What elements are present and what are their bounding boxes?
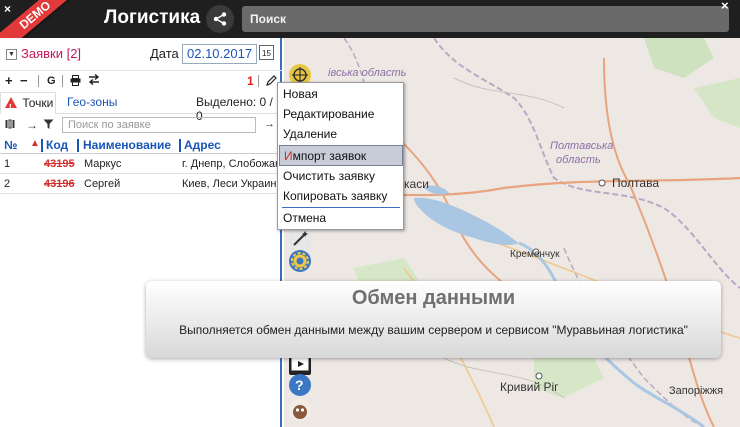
map-label-poltava-region: Полтавська (550, 140, 613, 152)
demo-ribbon: DEMO (0, 0, 92, 38)
settings-tool-button[interactable] (289, 250, 311, 272)
add-button[interactable]: + (5, 73, 13, 88)
filter-icon[interactable] (43, 119, 54, 133)
orders-panel: ▼ Заявки [2] Дата 02.10.2017 15 + − G 1 … (0, 38, 282, 427)
dialog-message: Выполняется обмен данными между вашим се… (179, 323, 688, 337)
orders-table: № ▲ Код Наименование Адрес 1 43195 Марку… (0, 138, 282, 194)
tab-points-label: Точки (22, 96, 54, 110)
close-icon[interactable]: × (721, 0, 729, 13)
remove-button[interactable]: − (20, 73, 28, 88)
map-label-region: івська область (328, 67, 407, 79)
warning-icon (5, 97, 17, 118)
print-button[interactable] (70, 74, 81, 89)
top-bar: DEMO × Логистика Поиск × (0, 0, 740, 38)
row-number: 1 (4, 158, 11, 170)
toolbar-divider (62, 75, 63, 87)
menu-item-edit[interactable]: Редактирование (279, 104, 403, 125)
column-header-name[interactable]: Наименование (83, 138, 171, 152)
order-name: Маркус (84, 158, 122, 170)
swap-arrows-icon (88, 73, 100, 86)
menu-item-delete[interactable]: Удаление (279, 124, 403, 145)
collapse-chevron-icon[interactable]: ▼ (6, 49, 17, 60)
menu-item-copy[interactable]: Копировать заявку (279, 186, 403, 207)
dialog-title: Обмен данными (351, 287, 516, 309)
sort-icon[interactable]: ▲ (30, 138, 40, 149)
row-number: 2 (4, 178, 11, 190)
order-search-input[interactable]: Поиск по заявке (62, 117, 256, 133)
column-divider (77, 139, 79, 152)
table-row[interactable]: 1 43195 Маркус г. Днепр, Слобожанский (0, 154, 282, 174)
help-button[interactable]: ? (289, 374, 311, 396)
map-label-zaporizhzhia: Запоріжжя (669, 385, 723, 397)
menu-item-new[interactable]: Новая (279, 84, 403, 105)
search-input[interactable]: Поиск (242, 6, 729, 32)
data-exchange-dialog: Обмен данными Выполняется обмен данными … (146, 281, 721, 358)
toolbar-divider (258, 75, 259, 87)
svg-text:?: ? (295, 377, 304, 393)
map-label-poltava-region: область (556, 154, 601, 166)
mascot-button[interactable] (289, 399, 311, 421)
tab-points[interactable]: Точки (0, 92, 56, 118)
apply-filter-icon[interactable]: → (264, 118, 275, 130)
order-code: 43196 (44, 178, 75, 190)
pencil-icon (266, 75, 277, 86)
geocode-button[interactable]: G (47, 75, 56, 87)
column-divider (41, 139, 43, 152)
menu-item-cancel[interactable]: Отмена (279, 208, 403, 229)
edit-button[interactable] (266, 74, 277, 89)
printer-icon (70, 75, 81, 86)
app-title: Логистика (104, 7, 201, 28)
column-header-address[interactable]: Адрес (184, 138, 221, 152)
order-name: Сергей (84, 178, 121, 190)
order-code: 43195 (44, 158, 75, 170)
orders-dropdown-menu: Новая Редактирование Удаление Импорт зая… (277, 82, 404, 230)
orders-toolbar: + − G 1 (0, 70, 282, 90)
table-header: № ▲ Код Наименование Адрес (0, 138, 282, 154)
filter-row: → Поиск по заявке → (0, 116, 282, 136)
date-label: Дата (150, 46, 179, 61)
columns-icon[interactable] (5, 119, 15, 132)
app-close-icon[interactable]: × (4, 2, 11, 16)
gear-icon (291, 252, 309, 270)
magic-wand-button[interactable] (289, 228, 311, 250)
transfer-button[interactable] (88, 73, 100, 88)
help-icon: ? (295, 377, 304, 393)
map-label-cherkasy: каси (404, 177, 429, 191)
toolbar-divider (38, 75, 39, 87)
calendar-icon[interactable]: 15 (259, 45, 274, 60)
order-address: г. Днепр, Слобожанский (182, 158, 278, 170)
date-field[interactable]: 02.10.2017 (182, 44, 258, 64)
orders-header: ▼ Заявки [2] Дата 02.10.2017 15 (0, 42, 282, 66)
menu-item-import[interactable]: Импорт заявок (279, 145, 403, 166)
map-label-kremenchuk: Кременчук (510, 249, 560, 260)
error-count-badge: 1 (247, 74, 254, 88)
table-row[interactable]: 2 43196 Сергей Киев, Леси Украинки (0, 174, 282, 194)
column-divider (179, 139, 181, 152)
order-address: Киев, Леси Украинки (182, 178, 278, 190)
tab-geozones[interactable]: Гео-зоны (67, 95, 117, 109)
menu-item-clear[interactable]: Очистить заявку (279, 166, 403, 187)
column-header-num[interactable]: № (4, 138, 17, 152)
magic-wand-icon (293, 231, 308, 246)
ant-mascot-icon (293, 405, 307, 419)
demo-badge: DEMO (0, 0, 76, 38)
orders-tabs: Точки Гео-зоны Выделено: 0 / 0 (0, 92, 282, 123)
orders-title[interactable]: Заявки [2] (21, 46, 81, 61)
map-label-kryvyi-rih: Кривий Ріг (500, 380, 559, 394)
column-header-code[interactable]: Код (46, 138, 68, 152)
share-icon (213, 12, 227, 26)
share-button[interactable] (206, 5, 234, 33)
arrow-right-icon[interactable]: → (26, 118, 38, 132)
map-label-poltava: Полтава (612, 176, 659, 190)
